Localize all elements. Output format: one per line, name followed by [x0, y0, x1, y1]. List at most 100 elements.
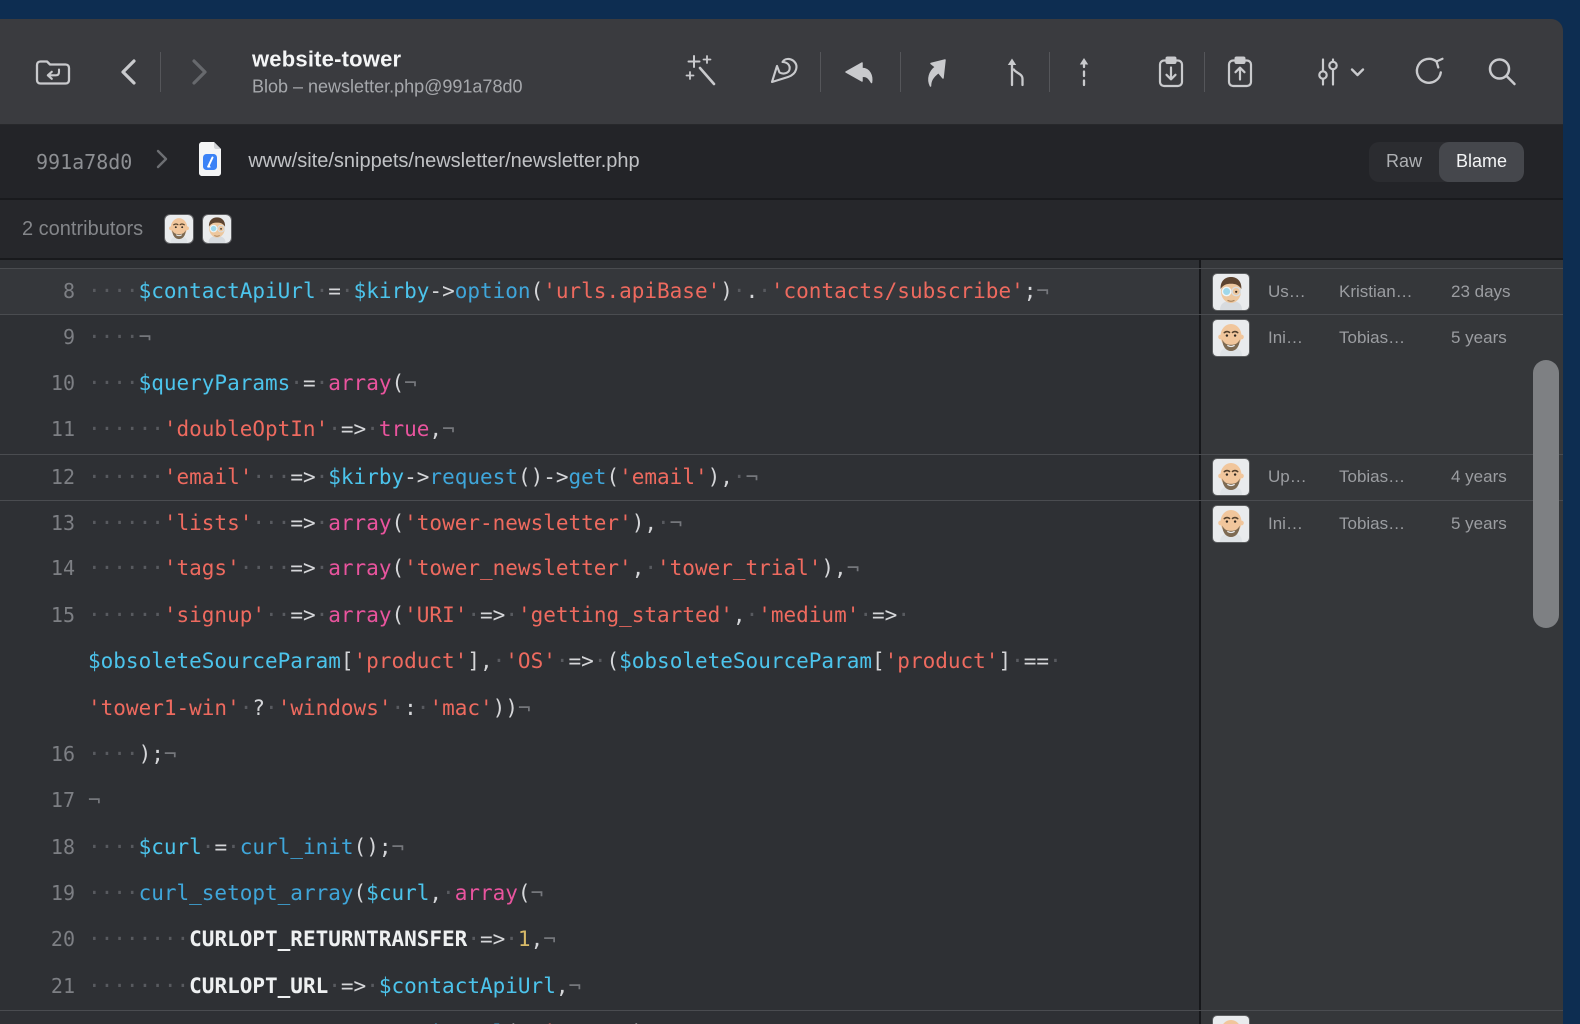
line-number: 21	[0, 964, 75, 1010]
merge-icon[interactable]	[999, 52, 1033, 92]
code-line[interactable]: ······'lists'···=>·array('tower-newslett…	[88, 501, 1199, 546]
blame-cell	[1199, 260, 1563, 268]
blame-cell	[1199, 732, 1563, 778]
stash-icon[interactable]	[1152, 52, 1190, 92]
blame-annotation[interactable]: Us…Kristian…23 days	[1199, 269, 1563, 314]
line-number: 10	[0, 361, 75, 407]
blame-cell	[1199, 686, 1563, 732]
code-line[interactable]: ····$queryParams·=·array(¬	[88, 361, 1199, 407]
blame-age: 5 years	[1451, 514, 1521, 534]
raw-button[interactable]: Raw	[1369, 142, 1439, 182]
blame-author: Tobias…	[1339, 514, 1446, 534]
blame-cell	[1199, 917, 1563, 963]
toolbar-divider	[820, 52, 821, 92]
blame-cell	[1199, 639, 1563, 685]
blame-author: Tobias…	[1339, 467, 1446, 487]
code-line[interactable]: 'tower1-win'·?·'windows'·:·'mac'))¬	[88, 686, 1199, 732]
line-number: 15	[0, 593, 75, 639]
view-subtitle: Blob – newsletter.php@991a78d0	[252, 76, 522, 97]
blame-cell	[1199, 871, 1563, 917]
commit-hash[interactable]: 991a78d0	[36, 150, 132, 174]
code-row: 10 ····$queryParams·=·array(¬	[0, 361, 1563, 407]
code-row: 17 ¬	[0, 778, 1563, 824]
blame-cell	[1199, 361, 1563, 407]
blame-cell	[1199, 825, 1563, 871]
code-line[interactable]: ······'doubleOptIn'·=>·true,¬	[88, 407, 1199, 453]
blame-age: 4 years	[1451, 467, 1521, 487]
line-number	[0, 260, 75, 268]
blame-avatar-tobias	[1213, 506, 1249, 542]
quick-actions-wand-icon[interactable]	[683, 52, 721, 92]
line-number: 16	[0, 732, 75, 778]
workflow-sliders-icon[interactable]	[1310, 52, 1368, 92]
code-row: 13 ······'lists'···=>·array('tower-newsle…	[0, 500, 1563, 546]
code-row: 15 ······'signup'··=>·array('URI'·=>·'get…	[0, 593, 1563, 639]
blame-cell	[1199, 407, 1563, 453]
contributor-avatars	[165, 215, 231, 243]
raw-blame-toggle: Raw Blame	[1369, 142, 1524, 182]
code-area: 8 ····$contactApiUrl·=·$kirby->option('ur…	[0, 260, 1563, 1024]
toolbar-divider	[160, 52, 161, 92]
line-number: 8	[0, 269, 75, 314]
line-number: 20	[0, 917, 75, 963]
blame-commit-message: Up…	[1268, 467, 1334, 487]
contributors-bar: 2 contributors	[0, 200, 1563, 260]
blame-cell	[1199, 593, 1563, 639]
code-row: 11 ······'doubleOptIn'·=>·true,¬	[0, 407, 1563, 453]
toolbar-divider	[900, 52, 901, 92]
line-number: 22	[0, 1011, 75, 1024]
push-icon[interactable]	[913, 52, 953, 92]
code-row: 19····curl_setopt_array($curl,·array(¬	[0, 871, 1563, 917]
line-number: 18	[0, 825, 75, 871]
code-row: $obsoleteSourceParam['product'],·'OS'·=>…	[0, 639, 1563, 685]
line-number: 12	[0, 455, 75, 500]
code-line[interactable]: ········CURLOPT_RETURNTRANSFER·=>·1,¬	[88, 917, 1199, 963]
rebase-icon[interactable]	[1069, 52, 1099, 92]
blame-author: Kristian…	[1339, 282, 1446, 302]
history-forward-icon[interactable]	[186, 52, 212, 92]
blame-cell	[1199, 546, 1563, 592]
vertical-scrollbar-thumb[interactable]	[1533, 360, 1559, 628]
undo-icon[interactable]	[764, 52, 806, 92]
chevron-right-icon	[154, 148, 170, 175]
toolbar-divider	[1049, 52, 1050, 92]
code-line[interactable]: ····curl_setopt_array($curl,·array(¬	[88, 871, 1199, 917]
code-line[interactable]: ········CURLOPT_URL·=>·$contactApiUrl,¬	[88, 964, 1199, 1010]
line-number: 17	[0, 778, 75, 824]
line-number: 13	[0, 501, 75, 546]
breadcrumb-file-path[interactable]: www/site/snippets/newsletter/newsletter.…	[248, 150, 639, 173]
blame-annotation[interactable]: Ini…Tobias…5 years	[1199, 501, 1563, 546]
contributor-avatar-kristian[interactable]	[203, 215, 231, 243]
code-line[interactable]: $obsoleteSourceParam['product'],·'OS'·=>…	[88, 639, 1199, 685]
file-path-bar: 991a78d0 www/site/snippets/newsletter/ne…	[0, 125, 1563, 200]
back-to-repositories-folder-icon[interactable]	[31, 52, 75, 92]
search-icon[interactable]	[1483, 52, 1521, 92]
blame-cell	[1199, 964, 1563, 1010]
tower-window: website-tower Blob – newsletter.php@991a…	[0, 19, 1563, 1024]
stash-apply-icon[interactable]	[1221, 52, 1259, 92]
contributor-avatar-tobias[interactable]	[165, 215, 193, 243]
code-line[interactable]: ········CURLOPT_TIMEOUT·=>·intval('timeo…	[88, 1011, 1199, 1024]
blame-annotation[interactable]: Up…Tobias…4 years	[1199, 455, 1563, 500]
code-line[interactable]: ····);¬	[88, 732, 1199, 778]
blame-annotation[interactable]: Ini…Tobias…5 years	[1199, 315, 1563, 360]
code-line[interactable]: ······'tags'····=>·array('tower_newslett…	[88, 546, 1199, 592]
code-line[interactable]: ¬	[88, 778, 1199, 824]
code-line[interactable]	[88, 260, 1199, 268]
history-back-icon[interactable]	[116, 52, 142, 92]
blame-age: 23 days	[1451, 282, 1521, 302]
pull-icon[interactable]	[839, 52, 877, 92]
code-row-partial	[0, 260, 1563, 268]
code-line[interactable]: ······'signup'··=>·array('URI'·=>·'getti…	[88, 593, 1199, 639]
code-line[interactable]: ······'email'···=>·$kirby->request()->ge…	[88, 455, 1199, 500]
code-line[interactable]: ····$contactApiUrl·=·$kirby->option('url…	[88, 269, 1199, 314]
contributors-count-label: 2 contributors	[22, 218, 143, 241]
code-line[interactable]: ····¬	[88, 315, 1199, 360]
line-number: 11	[0, 407, 75, 453]
code-row: 'tower1-win'·?·'windows'·:·'mac'))¬	[0, 686, 1563, 732]
blame-annotation[interactable]: Ini…Tobias…5 years	[1199, 1011, 1563, 1024]
refresh-icon[interactable]	[1408, 52, 1448, 92]
code-row: 18 ····$curl·=·curl_init();¬	[0, 825, 1563, 871]
code-line[interactable]: ····$curl·=·curl_init();¬	[88, 825, 1199, 871]
blame-button[interactable]: Blame	[1439, 142, 1524, 182]
